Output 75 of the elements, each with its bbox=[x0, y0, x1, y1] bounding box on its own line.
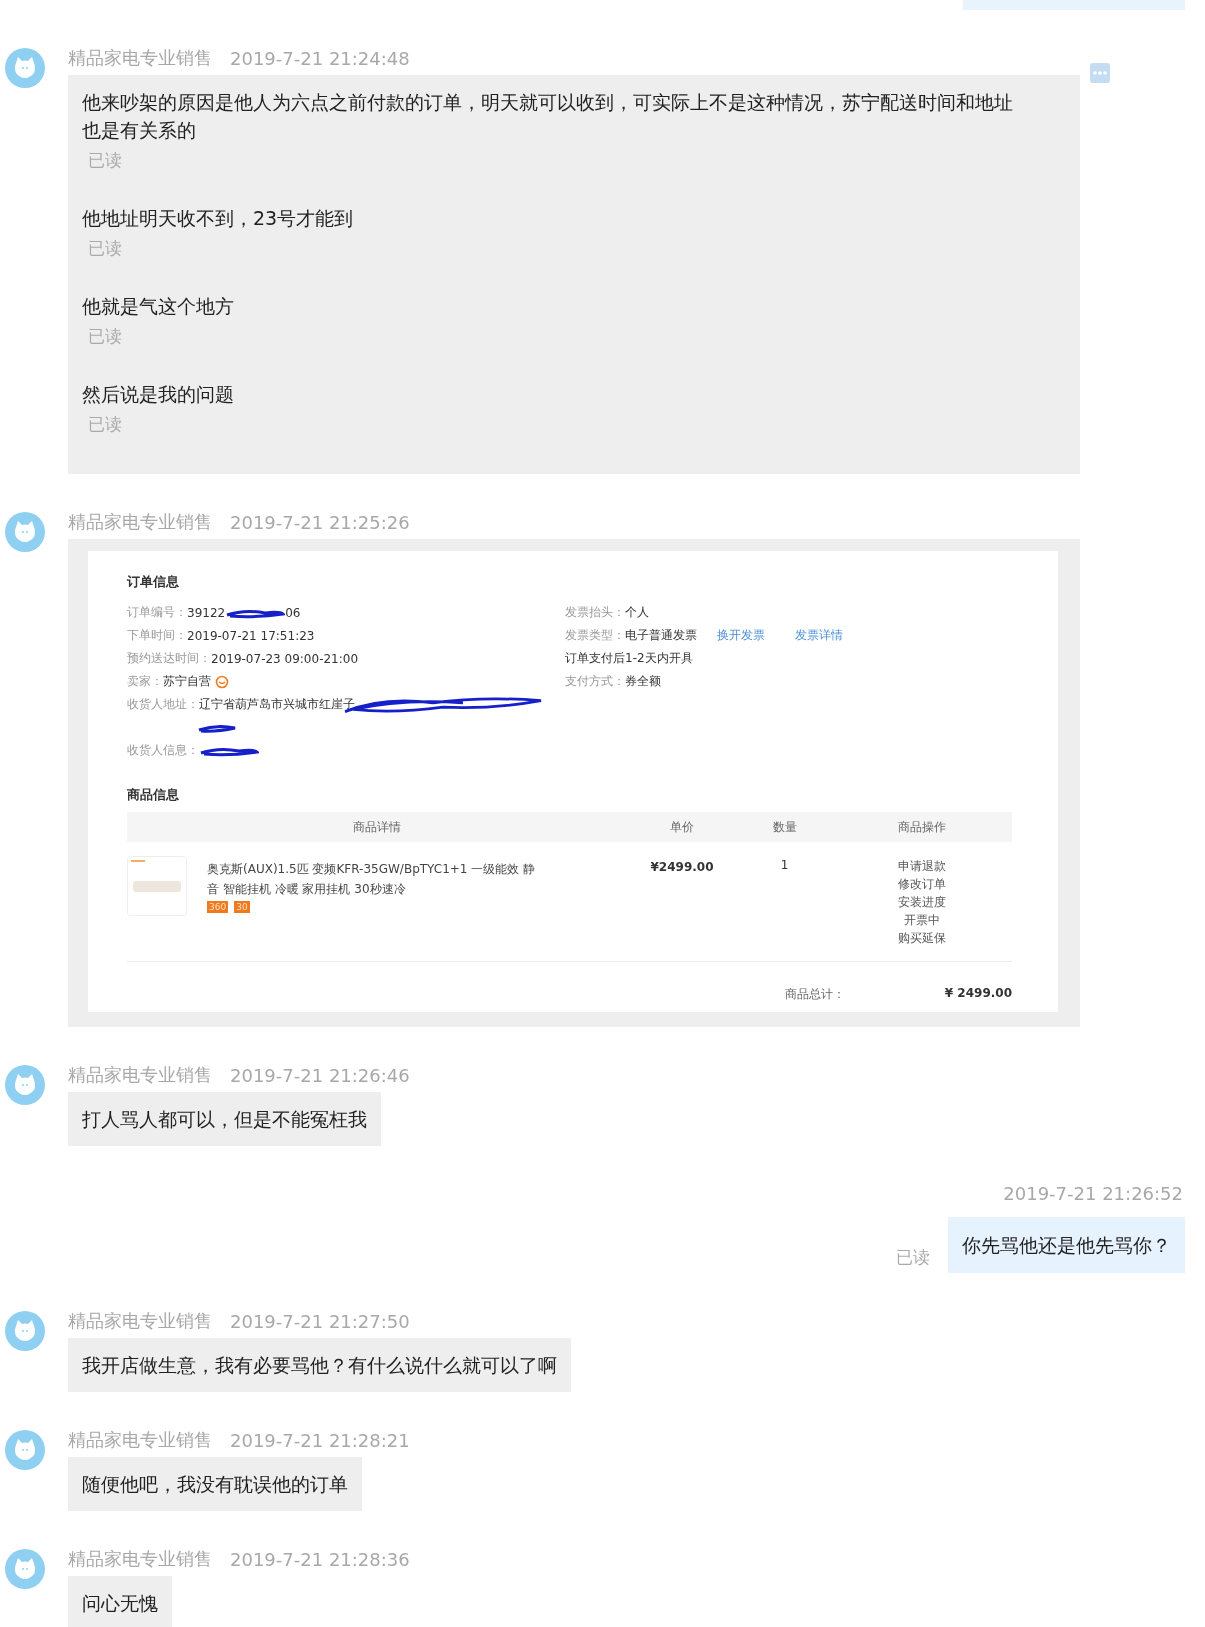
field-value: 电子普通发票 bbox=[625, 627, 697, 644]
read-status: 已读 bbox=[896, 1246, 930, 1269]
message-text: 你先骂他还是他先骂你？ bbox=[962, 1233, 1171, 1258]
field-label: 卖家： bbox=[127, 673, 163, 690]
message-text: 我开店做生意，我有必要骂他？有什么说什么就可以了啊 bbox=[82, 1353, 557, 1378]
sender-name: 精品家电专业销售 bbox=[68, 46, 212, 70]
field-label: 收货人地址： bbox=[127, 696, 199, 713]
product-action[interactable]: 购买延保 bbox=[898, 931, 946, 945]
read-status: 已读 bbox=[87, 325, 123, 348]
avatar-icon[interactable] bbox=[5, 1311, 45, 1351]
message-time: 2019-7-21 21:28:36 bbox=[230, 1548, 410, 1570]
field-value: 2019-07-21 17:51:23 bbox=[187, 628, 315, 643]
field-label: 订单编号： bbox=[127, 604, 187, 621]
message-text: 打人骂人都可以，但是不能冤枉我 bbox=[82, 1107, 367, 1132]
quantity: 1 bbox=[779, 857, 790, 874]
section-title: 商品信息 bbox=[127, 786, 180, 804]
total-amount: ¥ 2499.00 bbox=[944, 986, 1012, 1002]
column-header: 商品操作 bbox=[897, 818, 947, 836]
invoice-link[interactable]: 换开发票 bbox=[717, 627, 765, 644]
message-text: 然后说是我的问题 bbox=[82, 382, 235, 407]
field-value: 苏宁自营 bbox=[163, 673, 211, 690]
message-time: 2019-7-21 21:24:48 bbox=[230, 47, 410, 69]
field-value: 39122 bbox=[187, 605, 226, 620]
message-text: 他地址明天收不到，23号才能到 bbox=[82, 206, 355, 231]
service-tag: 360 bbox=[207, 901, 229, 913]
seller-badge-icon bbox=[215, 674, 229, 689]
avatar-icon[interactable] bbox=[5, 512, 45, 552]
product-thumbnail bbox=[127, 856, 187, 916]
field-value: 2019-07-23 09:00-21:00 bbox=[211, 651, 359, 666]
field-label: 预约送达时间： bbox=[127, 650, 211, 667]
section-title: 订单信息 bbox=[127, 573, 180, 591]
message-time: 2019-7-21 21:27:50 bbox=[230, 1310, 410, 1332]
field-value: 券全额 bbox=[625, 673, 661, 690]
product-name: 奥克斯(AUX)1.5匹 变频KFR-35GW/BpTYC1+1 一级能效 静音 智能挂机 冷暖 家用挂机 30秒速冷 bbox=[207, 861, 537, 898]
read-status: 已读 bbox=[87, 149, 123, 172]
message-text: 他就是气这个地方 bbox=[82, 294, 235, 319]
field-label: 发票抬头： bbox=[565, 604, 625, 621]
avatar-icon[interactable] bbox=[5, 1549, 45, 1589]
avatar-icon[interactable] bbox=[5, 1430, 45, 1470]
field-value: 辽宁省葫芦岛市兴城市红崖子 bbox=[199, 696, 355, 713]
more-icon[interactable] bbox=[1090, 63, 1110, 83]
message-time: 2019-7-21 21:25:26 bbox=[230, 511, 410, 533]
avatar-icon[interactable] bbox=[5, 1065, 45, 1105]
sender-name: 精品家电专业销售 bbox=[68, 1428, 212, 1452]
product-action[interactable]: 安装进度 bbox=[898, 895, 946, 909]
read-status: 已读 bbox=[87, 237, 123, 260]
field-label: 收货人信息： bbox=[127, 742, 199, 759]
column-header: 数量 bbox=[771, 818, 798, 836]
field-value: 06 bbox=[285, 605, 301, 620]
product-action[interactable]: 申请退款 bbox=[898, 859, 946, 873]
sender-name: 精品家电专业销售 bbox=[68, 1547, 212, 1571]
sender-name: 精品家电专业销售 bbox=[68, 1309, 212, 1333]
product-action[interactable]: 修改订单 bbox=[898, 877, 946, 891]
message-time: 2019-7-21 21:26:52 bbox=[1003, 1182, 1184, 1206]
unit-price: ¥2499.00 bbox=[649, 859, 715, 876]
service-tag: 30 bbox=[234, 901, 250, 913]
message-text: 随便他吧，我没有耽误他的订单 bbox=[82, 1472, 348, 1497]
read-status: 已读 bbox=[87, 413, 123, 436]
field-label: 发票类型： bbox=[565, 627, 625, 644]
invoice-link[interactable]: 发票详情 bbox=[795, 627, 843, 644]
field-value: 个人 bbox=[625, 604, 649, 621]
sender-name: 精品家电专业销售 bbox=[68, 510, 212, 534]
column-header: 商品详情 bbox=[352, 818, 402, 836]
sender-name: 精品家电专业销售 bbox=[68, 1063, 212, 1087]
message-time: 2019-7-21 21:26:46 bbox=[230, 1064, 410, 1086]
product-action[interactable]: 开票中 bbox=[904, 913, 940, 927]
total-label: 商品总计： bbox=[784, 986, 846, 1003]
field-label: 下单时间： bbox=[127, 627, 187, 644]
field-value: 订单支付后1-2天内开具 bbox=[565, 650, 693, 667]
column-header: 单价 bbox=[669, 818, 695, 836]
avatar-icon[interactable] bbox=[5, 48, 45, 88]
field-label: 支付方式： bbox=[565, 673, 625, 690]
message-time: 2019-7-21 21:28:21 bbox=[230, 1429, 410, 1451]
message-text: 问心无愧 bbox=[82, 1591, 158, 1616]
message-text: 他来吵架的原因是他人为六点之前付款的订单，明天就可以收到，可实际上不是这种情况，苏宁配送时间和地址也是有关系的 bbox=[82, 90, 1014, 143]
